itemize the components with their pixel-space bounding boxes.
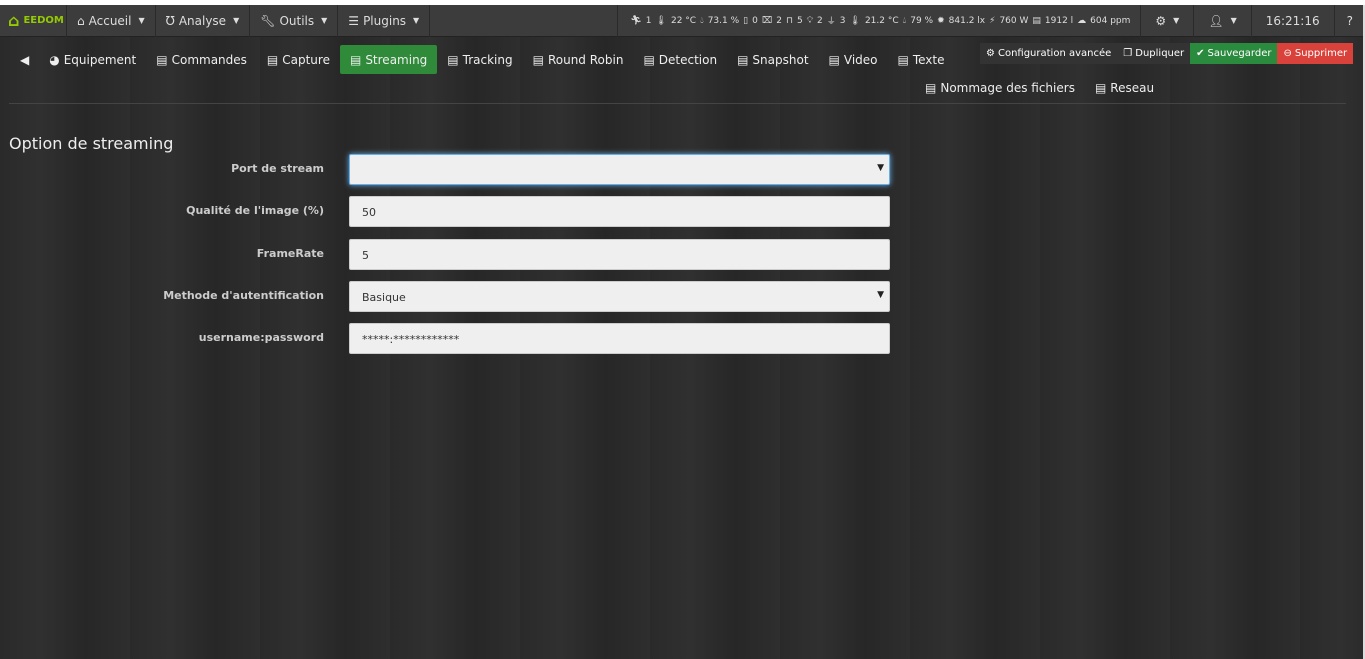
back-button[interactable]: ◀ <box>10 45 39 74</box>
caret-down-icon: ▼ <box>233 16 240 25</box>
menu-analyse[interactable]: Ʊ Analyse ▼ <box>156 4 251 37</box>
list-alt-icon: ▤ <box>925 80 937 95</box>
auth-method-select[interactable]: Basique ▼ <box>349 281 890 312</box>
tab-capture[interactable]: ▤ Capture <box>257 45 340 74</box>
tab-texte[interactable]: ▤ Texte <box>888 45 955 74</box>
tab-bar-2: ▤ Nommage des fichiers ▤ Reseau <box>915 73 1164 102</box>
plug-icon: ⏚ <box>826 17 836 27</box>
list-alt-icon: ▤ <box>737 52 749 67</box>
gears-icon: ⚙︎ <box>1155 13 1167 28</box>
save-button[interactable]: ✔ Sauvegarder <box>1190 43 1278 64</box>
tab-nommage-fichiers[interactable]: ▤ Nommage des fichiers <box>915 73 1085 102</box>
thermometer-icon: 🌡︎ <box>655 15 667 26</box>
minus-circle-icon: ⊖ <box>1283 48 1292 59</box>
motion-icon: 🏃︎ <box>630 15 642 26</box>
tab-bar: ◀ ◕ Equipement ▤ Commandes ▤ Capture ▤ Strea… <box>10 45 955 74</box>
tab-tracking[interactable]: ▤ Tracking <box>437 45 522 74</box>
list-alt-icon: ▤ <box>1094 80 1107 95</box>
caret-down-icon: ▼ <box>138 16 145 25</box>
list-alt-icon: ▤ <box>897 52 909 67</box>
status-summary: 🏃︎ 1 🌡︎ 22 °C 💧︎ 73.1 % ▯ 0 ⌧ 2 ⊓ 5 💡︎ 2 ⏚ 3 🌡︎ 2… <box>617 4 1142 37</box>
form-row-auth: Methode d'autentification Basique ▼ <box>0 281 890 312</box>
delete-button[interactable]: ⊖ Supprimer <box>1277 43 1354 64</box>
wrench-icon: 🔧︎ <box>260 13 276 28</box>
house-icon: ⌂ <box>8 11 20 30</box>
field-label: Methode d'autentification <box>163 289 324 302</box>
caret-down-icon: ▼ <box>413 16 420 25</box>
tab-reseau[interactable]: ▤ Reseau <box>1085 73 1164 102</box>
list-alt-icon: ▤ <box>266 52 279 67</box>
caret-down-icon: ▼ <box>321 16 328 25</box>
caret-down-icon: ▼ <box>1230 16 1237 25</box>
field-label: Port de stream <box>231 162 324 175</box>
list-alt-icon: ▤ <box>828 52 840 67</box>
tab-video[interactable]: ▤ Video <box>819 45 888 74</box>
credentials-input[interactable]: *****:************ <box>349 323 890 354</box>
menu-accueil[interactable]: ⌂ Accueil ▼ <box>67 4 156 37</box>
home-icon: ⌂ <box>77 13 85 28</box>
divider <box>9 103 1346 104</box>
tachometer-icon: ◕ <box>49 52 60 67</box>
quality-input[interactable]: 50 <box>349 196 890 227</box>
caret-down-icon: ▼ <box>877 163 884 173</box>
tab-snapshot[interactable]: ▤ Snapshot <box>727 45 818 74</box>
field-label: FrameRate <box>256 247 324 260</box>
port-select[interactable]: ▼ <box>349 154 890 185</box>
section-title: Option de streaming <box>9 134 174 153</box>
thermometer-icon: 🌡︎ <box>849 15 861 26</box>
arrow-circle-left-icon: ◀ <box>20 52 30 67</box>
duplicate-button[interactable]: ❐ Dupliquer <box>1117 43 1191 64</box>
files-icon: ❐ <box>1123 48 1133 59</box>
list-alt-icon: ▤ <box>532 52 544 67</box>
framerate-input[interactable]: 5 <box>349 239 890 270</box>
window-icon: ⌧ <box>761 15 773 26</box>
action-buttons: ⚙︎ Configuration avancée ❐ Dupliquer ✔ Sauv… <box>980 43 1354 64</box>
top-navbar: ⌂ EEDOM ⌂ Accueil ▼ Ʊ Analyse ▼ 🔧︎ Outils ▼ ☰ Pl… <box>0 4 1365 37</box>
power-icon: ⚡︎ <box>989 15 996 26</box>
form-row-credentials: username:password *****:************ <box>0 323 890 354</box>
humidity-icon: 💧︎ <box>902 15 907 26</box>
form-row-port: Port de stream ▼ <box>0 154 890 185</box>
check-circle-icon: ✔ <box>1196 48 1205 59</box>
form-row-quality: Qualité de l'image (%) 50 <box>0 196 890 227</box>
tasks-icon: ☰ <box>348 13 360 28</box>
luminosity-icon: ✹ <box>937 15 945 26</box>
field-label: username:password <box>198 331 324 344</box>
tab-streaming[interactable]: ▤ Streaming <box>339 45 438 74</box>
caret-down-icon: ▼ <box>877 290 884 300</box>
help-button[interactable]: ? <box>1335 5 1365 37</box>
form-row-framerate: FrameRate 5 <box>0 239 890 270</box>
question-circle-icon: ? <box>1346 13 1353 28</box>
list-alt-icon: ▤ <box>643 52 655 67</box>
system-menu[interactable]: ⚙︎ ▼ <box>1141 4 1195 37</box>
field-label: Qualité de l'image (%) <box>186 204 324 217</box>
menu-plugins[interactable]: ☰ Plugins ▼ <box>338 4 431 37</box>
list-alt-icon: ▤ <box>349 52 362 67</box>
user-menu[interactable]: 👤︎ ▼ <box>1194 4 1252 37</box>
menu-outils[interactable]: 🔧︎ Outils ▼ <box>250 4 339 37</box>
user-icon: 👤︎ <box>1208 13 1224 28</box>
tab-detection[interactable]: ▤ Detection <box>633 45 727 74</box>
advanced-config-button[interactable]: ⚙︎ Configuration avancée <box>980 43 1118 64</box>
clock: 16:21:16 <box>1252 4 1335 37</box>
jeedom-logo[interactable]: ⌂ EEDOM <box>0 4 67 37</box>
tab-equipement[interactable]: ◕ Equipement <box>39 45 146 74</box>
humidity-icon: 💧︎ <box>700 15 704 26</box>
stethoscope-icon: Ʊ <box>165 13 175 28</box>
caret-down-icon: ▼ <box>1173 16 1180 25</box>
list-alt-icon: ▤ <box>447 52 459 67</box>
light-icon: 💡︎ <box>806 15 814 26</box>
water-icon: ▤ <box>1032 15 1041 26</box>
shutter-icon: ⊓ <box>785 15 793 26</box>
cogs-icon: ⚙︎ <box>986 48 995 59</box>
tab-commandes[interactable]: ▤ Commandes <box>146 45 257 74</box>
door-icon: ▯ <box>743 15 749 26</box>
tab-round-robin[interactable]: ▤ Round Robin <box>523 45 634 74</box>
co2-icon: ☁︎ <box>1077 15 1087 26</box>
list-alt-icon: ▤ <box>156 52 168 67</box>
